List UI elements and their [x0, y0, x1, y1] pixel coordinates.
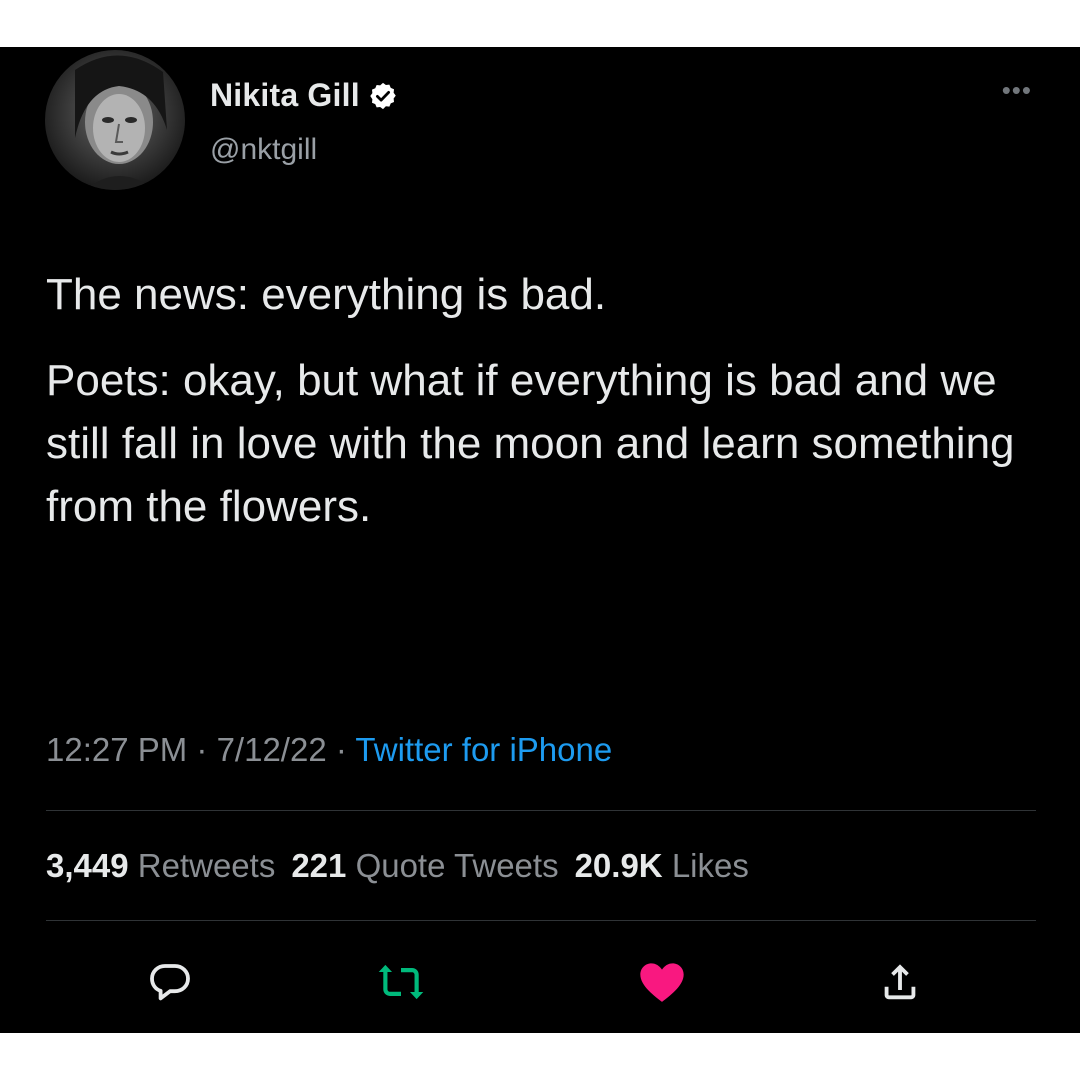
action-bar — [0, 947, 1080, 1017]
author-handle[interactable]: @nktgill — [210, 133, 317, 167]
verified-badge-icon — [368, 81, 398, 111]
retweets-label: Retweets — [137, 847, 276, 884]
tweet-paragraph: The news: everything is bad. — [46, 270, 607, 319]
tweet-card: Nikita Gill @nktgill ••• The news: every… — [0, 47, 1080, 1033]
share-icon — [884, 964, 916, 1000]
author-display-name[interactable]: Nikita Gill — [210, 77, 360, 114]
retweets-stat[interactable]: 3,449 Retweets — [46, 847, 275, 884]
tweet-meta: 12:27 PM · 7/12/22 · Twitter for iPhone — [46, 731, 612, 769]
likes-stat[interactable]: 20.9K Likes — [575, 847, 749, 884]
tweet-date[interactable]: 7/12/22 — [217, 731, 327, 768]
tweet-paragraph: Poets: okay, but what if everything is b… — [46, 356, 1015, 531]
meta-separator: · — [326, 731, 356, 768]
more-options-icon[interactable]: ••• — [1002, 77, 1032, 103]
divider — [46, 810, 1036, 811]
divider — [46, 920, 1036, 921]
like-button[interactable] — [635, 955, 689, 1009]
engagement-stats: 3,449 Retweets 221 Quote Tweets 20.9K Like… — [46, 847, 749, 885]
retweet-button[interactable] — [374, 955, 428, 1009]
share-button[interactable] — [873, 955, 927, 1009]
avatar[interactable] — [45, 50, 185, 190]
quotes-stat[interactable]: 221 Quote Tweets — [291, 847, 558, 884]
likes-label: Likes — [671, 847, 749, 884]
reply-button[interactable] — [143, 955, 197, 1009]
avatar-portrait-icon — [75, 55, 167, 190]
heart-icon — [640, 963, 684, 1002]
tweet-source-link[interactable]: Twitter for iPhone — [355, 731, 612, 768]
quotes-label: Quote Tweets — [355, 847, 559, 884]
reply-icon — [150, 964, 190, 1001]
retweet-icon — [378, 964, 424, 1000]
likes-count: 20.9K — [574, 847, 663, 884]
meta-separator: · — [187, 731, 217, 768]
tweet-time[interactable]: 12:27 PM — [46, 731, 187, 768]
retweets-count: 3,449 — [46, 847, 129, 884]
quotes-count: 221 — [291, 847, 347, 884]
author-name-row: Nikita Gill — [210, 77, 398, 114]
tweet-text: The news: everything is bad. Poets: okay… — [46, 263, 1026, 538]
